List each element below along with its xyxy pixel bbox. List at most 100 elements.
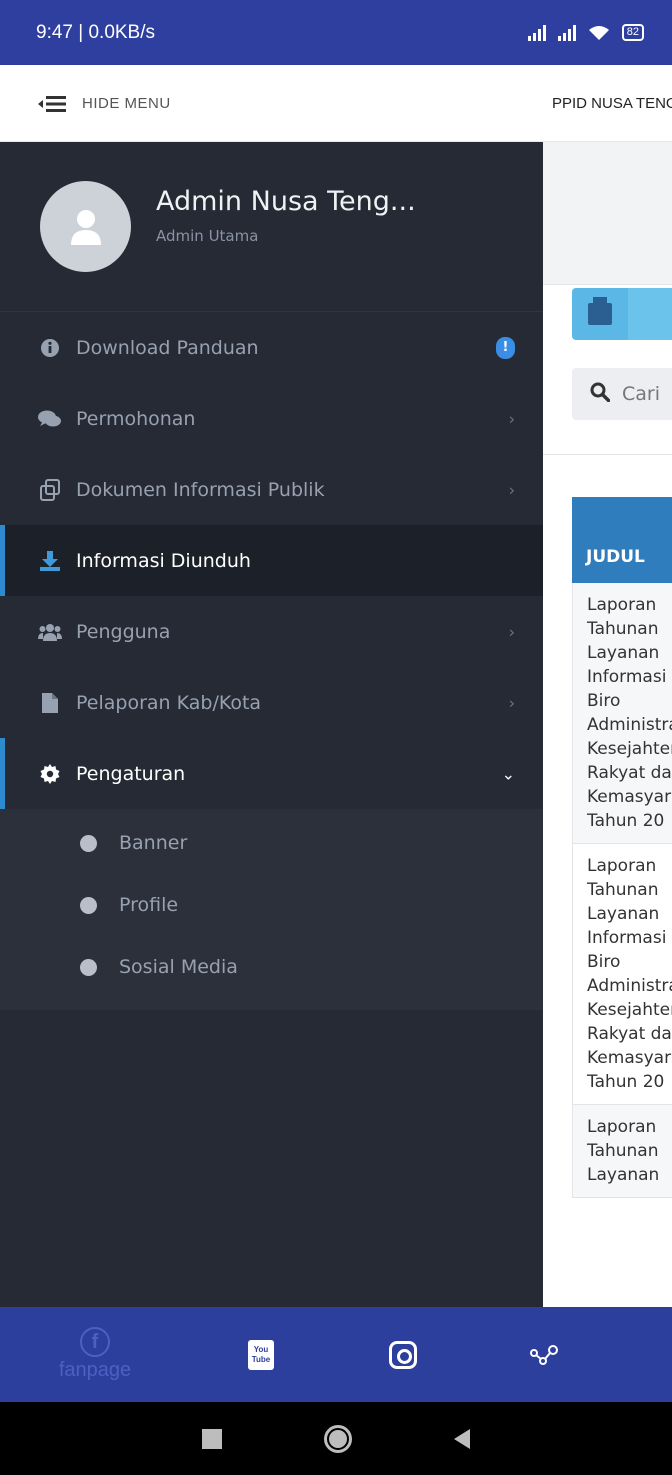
social-bar: f fanpage You Tube — [0, 1307, 672, 1402]
sidebar-item-label: Pelaporan Kab/Kota — [76, 691, 262, 714]
cell-line: Biro — [587, 952, 621, 972]
menu-collapse-icon — [38, 95, 66, 112]
bullet-icon — [80, 958, 97, 976]
status-icons: 82 — [527, 24, 644, 41]
divider — [543, 454, 672, 455]
cell-line: Tahun 20 — [587, 1072, 665, 1092]
user-icon — [70, 209, 101, 245]
cell-line: Layanan — [587, 643, 660, 663]
instagram-icon — [389, 1340, 417, 1369]
search-icon — [590, 382, 611, 407]
bullet-icon — [80, 896, 97, 914]
cell-line: Tahunan — [587, 1141, 659, 1161]
cell-line: Laporan — [587, 856, 657, 876]
recent-apps-button[interactable] — [202, 1428, 222, 1449]
table-body: Laporan Tahunan Layanan Informasi Biro A… — [572, 583, 672, 1198]
facebook-link[interactable]: f fanpage — [0, 1307, 190, 1402]
cell-line: Kesejahteraan — [587, 739, 672, 759]
print-icon — [588, 297, 612, 325]
main-content: Cari JUDUL Laporan Tahunan Layanan Infor… — [543, 142, 672, 1307]
avatar[interactable] — [40, 181, 131, 272]
submenu-item-banner[interactable]: Banner — [0, 812, 543, 874]
submenu-item-profile[interactable]: Profile — [0, 874, 543, 936]
cell-line: Layanan — [587, 1165, 660, 1185]
sidebar-item-informasi-diunduh[interactable]: Informasi Diunduh — [0, 525, 543, 596]
status-time: 9:47 | 0.0KB/s — [36, 21, 156, 43]
sidebar-item-permohonan[interactable]: Permohonan › — [0, 383, 543, 454]
settings-submenu: Banner Profile Sosial Media — [0, 809, 543, 1010]
site-title[interactable]: PPID NUSA TENGGARA — [552, 65, 672, 142]
cell-line: Kemasyarakatan — [587, 1048, 672, 1068]
search-input[interactable]: Cari — [572, 368, 672, 420]
user-profile: Admin Nusa Teng... Admin Utama — [0, 142, 543, 312]
search-placeholder: Cari — [622, 383, 660, 405]
cell-line: Rakyat dan — [587, 763, 672, 783]
back-button[interactable] — [454, 1428, 470, 1449]
chevron-right-icon: › — [508, 409, 515, 428]
export-button[interactable] — [628, 288, 672, 340]
cell-line: Tahun 20 — [587, 811, 665, 831]
sidebar-item-pengaturan[interactable]: Pengaturan ⌄ — [0, 738, 543, 809]
hide-menu-label: HIDE MENU — [82, 95, 171, 112]
cell-line: Layanan — [587, 904, 660, 924]
profile-name: Admin Nusa Teng... — [156, 186, 416, 217]
youtube-text-bottom: Tube — [251, 1354, 271, 1364]
page-header — [543, 142, 672, 285]
battery-icon: 82 — [621, 24, 644, 41]
cell-line: Kemasyarakatan — [587, 787, 672, 807]
cell-line: Rakyat dan — [587, 1024, 672, 1044]
chevron-down-icon: ⌄ — [501, 764, 515, 783]
youtube-icon: You Tube — [248, 1339, 274, 1370]
sidebar-item-label: Permohonan — [76, 407, 196, 430]
submenu-item-label: Sosial Media — [119, 956, 238, 978]
table-row[interactable]: Laporan Tahunan Layanan — [572, 1105, 672, 1198]
share-link[interactable] — [474, 1307, 616, 1402]
cell-line: Tahunan — [587, 880, 659, 900]
sidebar-item-pengguna[interactable]: Pengguna › — [0, 596, 543, 667]
cell-line: Informasi — [587, 667, 667, 687]
top-bar: HIDE MENU PPID NUSA TENGGARA — [0, 65, 672, 142]
gear-icon — [38, 762, 62, 786]
wifi-icon — [588, 25, 609, 40]
chevron-right-icon: › — [508, 693, 515, 712]
submenu-item-label: Banner — [119, 832, 188, 854]
hide-menu-button[interactable]: HIDE MENU — [38, 65, 171, 142]
cell-line: Administrasi — [587, 976, 672, 996]
cell-line: Kesejahteraan — [587, 1000, 672, 1020]
cell-line: Laporan — [587, 595, 657, 615]
profile-role: Admin Utama — [156, 227, 259, 245]
sidebar-item-label: Download Panduan — [76, 336, 259, 359]
chevron-right-icon: › — [508, 480, 515, 499]
table-header-judul[interactable]: JUDUL — [572, 497, 672, 583]
home-button[interactable] — [324, 1424, 352, 1453]
cell-line: Informasi — [587, 928, 667, 948]
sidebar: Admin Nusa Teng... Admin Utama Download … — [0, 142, 543, 1307]
info-circle-icon — [38, 336, 62, 360]
sidebar-item-label: Pengaturan — [76, 762, 186, 785]
submenu-item-sosial-media[interactable]: Sosial Media — [0, 936, 543, 998]
cell-line: Laporan — [587, 1117, 657, 1137]
sidebar-item-dokumen-informasi-publik[interactable]: Dokumen Informasi Publik › — [0, 454, 543, 525]
share-nodes-icon — [530, 1344, 558, 1365]
cell-line: Administrasi — [587, 715, 672, 735]
comments-icon — [38, 407, 62, 431]
submenu-item-label: Profile — [119, 894, 179, 916]
chevron-right-icon: › — [508, 622, 515, 641]
table-row[interactable]: Laporan Tahunan Layanan Informasi Biro A… — [572, 844, 672, 1105]
sidebar-item-label: Pengguna — [76, 620, 171, 643]
sidebar-item-pelaporan-kab-kota[interactable]: Pelaporan Kab/Kota › — [0, 667, 543, 738]
facebook-label: fanpage — [58, 1359, 132, 1381]
instagram-link[interactable] — [332, 1307, 474, 1402]
youtube-link[interactable]: You Tube — [190, 1307, 332, 1402]
users-icon — [38, 620, 62, 644]
print-button[interactable] — [572, 288, 672, 340]
status-bar: 9:47 | 0.0KB/s 82 — [0, 0, 672, 65]
table-row[interactable]: Laporan Tahunan Layanan Informasi Biro A… — [572, 583, 672, 844]
download-icon — [38, 549, 62, 573]
file-icon — [38, 691, 62, 715]
sidebar-item-label: Informasi Diunduh — [76, 549, 251, 572]
bullet-icon — [80, 834, 97, 852]
system-nav-bar — [0, 1402, 672, 1475]
notification-badge: ! — [496, 336, 515, 359]
sidebar-item-download-panduan[interactable]: Download Panduan ! — [0, 312, 543, 383]
